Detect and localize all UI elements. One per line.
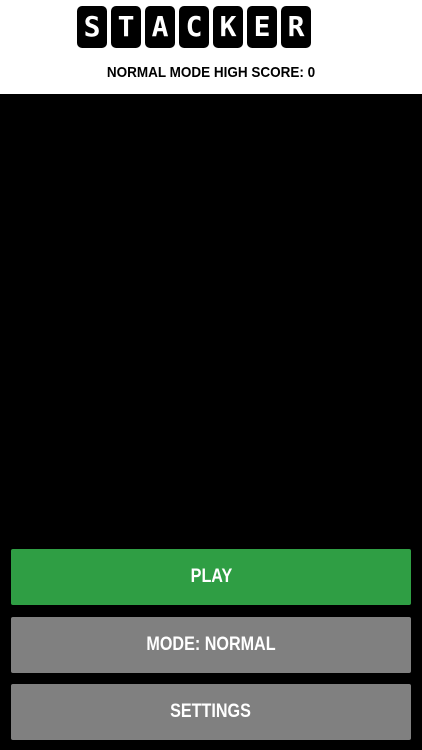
- logo-letter: S: [77, 6, 107, 48]
- app-screen: S T A C K E R NORMAL MODE HIGH SCORE: 0 …: [0, 0, 422, 750]
- play-button[interactable]: PLAY: [11, 549, 411, 605]
- header: S T A C K E R NORMAL MODE HIGH SCORE: 0: [0, 0, 422, 94]
- mode-button[interactable]: MODE: NORMAL: [11, 617, 411, 673]
- play-button-label: PLAY: [190, 566, 232, 587]
- logo-letter: K: [213, 6, 243, 48]
- logo-letter: A: [145, 6, 175, 48]
- logo-letter: R: [281, 6, 311, 48]
- settings-button-label: SETTINGS: [170, 701, 252, 722]
- logo-letter: C: [179, 6, 209, 48]
- high-score-label: NORMAL MODE HIGH SCORE: 0: [106, 64, 316, 81]
- game-board[interactable]: [0, 94, 422, 548]
- logo-letter: E: [247, 6, 277, 48]
- settings-button[interactable]: SETTINGS: [11, 684, 411, 740]
- mode-button-label: MODE: NORMAL: [146, 634, 276, 655]
- stacker-logo: S T A C K E R: [77, 6, 311, 48]
- logo-letter: T: [111, 6, 141, 48]
